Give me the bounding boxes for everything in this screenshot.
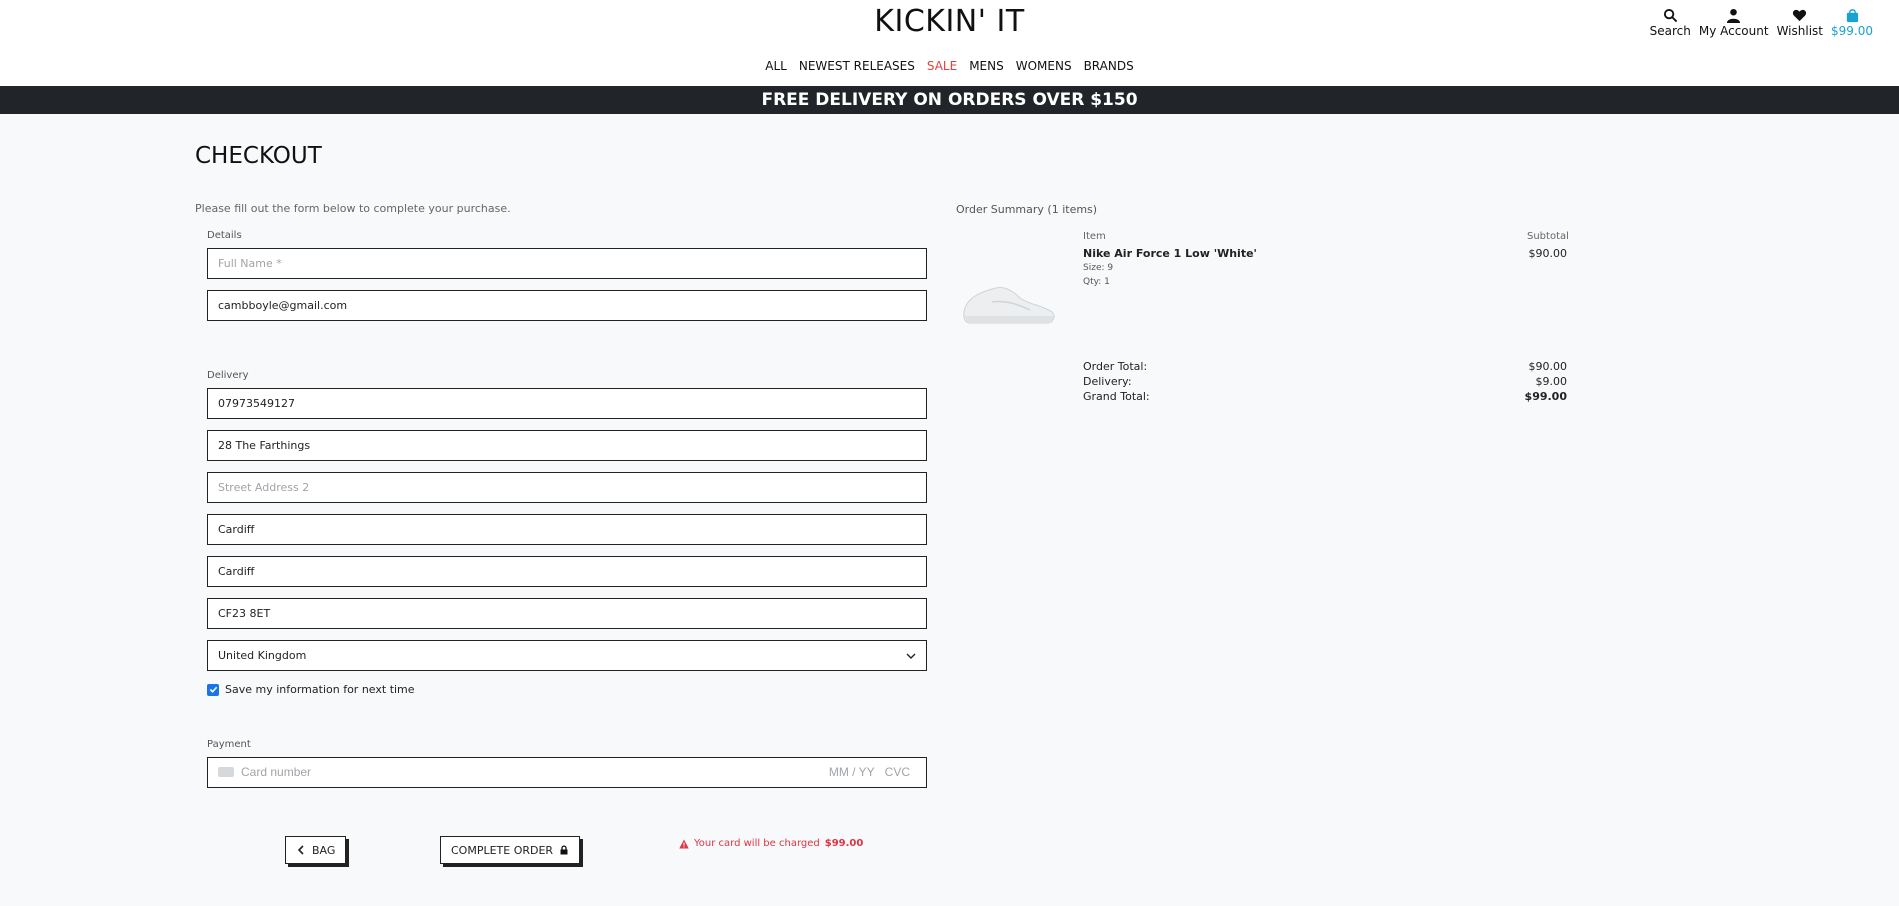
product-qty: Qty: 1 (1083, 277, 1110, 287)
search-link[interactable]: Search (1650, 8, 1691, 38)
street-address-1-input[interactable]: 28 The Farthings (207, 430, 927, 461)
country-select[interactable]: United Kingdom (207, 640, 927, 671)
delivery-banner: FREE DELIVERY ON ORDERS OVER $150 (0, 86, 1899, 114)
account-link[interactable]: My Account (1699, 8, 1769, 38)
search-label: Search (1649, 24, 1691, 38)
bag-total: $99.00 (1831, 24, 1873, 38)
save-info-label: Save my information for next time (225, 683, 415, 696)
delivery-cost-value: $9.00 (1535, 375, 1568, 388)
phone-input[interactable]: 07973549127 (207, 388, 927, 419)
country-value: United Kingdom (218, 649, 307, 662)
order-total-label: Order Total: (1083, 360, 1148, 373)
full-name-input[interactable]: Full Name * (207, 248, 927, 279)
wishlist-label: Wishlist (1776, 24, 1823, 38)
save-info-checkbox[interactable] (207, 683, 219, 696)
cvc-placeholder[interactable]: CVC (885, 765, 910, 779)
save-info-row: Save my information for next time (207, 683, 415, 696)
grand-total-label: Grand Total: (1083, 390, 1150, 403)
heart-icon (1793, 9, 1807, 22)
delivery-label: Delivery (207, 370, 249, 381)
county-input[interactable]: Cardiff (207, 556, 927, 587)
chevron-down-icon (906, 653, 916, 659)
town-input[interactable]: Cardiff (207, 514, 927, 545)
bag-link[interactable]: $99.00 (1831, 8, 1873, 38)
account-label: My Account (1698, 24, 1769, 38)
charge-text: Your card will be charged (694, 838, 820, 849)
chevron-left-icon (297, 845, 304, 855)
page-title: CHECKOUT (195, 143, 322, 169)
email-input[interactable]: cambboyle@gmail.com (207, 290, 927, 321)
postcode-input[interactable]: CF23 8ET (207, 598, 927, 629)
charge-warning: Your card will be charged $99.00 (679, 838, 863, 849)
nav-brands[interactable]: BRANDS (1084, 59, 1134, 73)
expiry-placeholder[interactable]: MM / YY (829, 765, 875, 779)
product-size: Size: 9 (1083, 263, 1114, 273)
checkmark-icon (209, 686, 217, 693)
header-icons: Search My Account Wishlist $99.00 (1650, 8, 1873, 38)
search-icon (1663, 8, 1677, 23)
card-expiry-cvc: MM / YY CVC (819, 758, 910, 787)
nav-newest-releases[interactable]: NEWEST RELEASES (799, 59, 915, 73)
product-image[interactable] (960, 272, 1058, 328)
card-number-input[interactable]: Card number MM / YY CVC (207, 757, 927, 788)
site-logo[interactable]: KICKIN' IT (0, 4, 1899, 39)
nav-sale[interactable]: SALE (927, 59, 957, 73)
grand-total-value: $99.00 (1524, 390, 1567, 403)
charge-amount: $99.00 (824, 838, 864, 849)
complete-order-label: COMPLETE ORDER (451, 843, 554, 857)
nav-all[interactable]: ALL (765, 59, 787, 73)
street-address-2-input[interactable]: Street Address 2 (207, 472, 927, 503)
details-label: Details (207, 230, 242, 241)
wishlist-link[interactable]: Wishlist (1777, 8, 1823, 38)
product-name[interactable]: Nike Air Force 1 Low 'White' (1083, 247, 1257, 260)
order-summary-title: Order Summary (1 items) (956, 203, 1098, 216)
complete-order-button[interactable]: COMPLETE ORDER (440, 836, 581, 864)
payment-label: Payment (207, 739, 251, 750)
nav-womens[interactable]: WOMENS (1016, 59, 1072, 73)
order-total-value: $90.00 (1528, 360, 1568, 373)
shopping-bag-icon (1846, 9, 1858, 23)
back-to-bag-button[interactable]: BAG (285, 836, 347, 864)
delivery-cost-label: Delivery: (1083, 375, 1132, 388)
card-number-placeholder: Card number (241, 765, 312, 779)
main-nav: ALL NEWEST RELEASES SALE MENS WOMENS BRA… (0, 59, 1899, 73)
site-header: KICKIN' IT Search My Account Wishlist $9… (0, 0, 1899, 86)
product-subtotal: $90.00 (1528, 247, 1568, 260)
item-column-header: Item (1083, 231, 1106, 242)
user-icon (1727, 8, 1741, 23)
warning-icon (679, 839, 689, 848)
bag-button-label: BAG (312, 843, 336, 857)
nav-mens[interactable]: MENS (969, 59, 1004, 73)
form-intro: Please fill out the form below to comple… (195, 202, 511, 215)
credit-card-icon (218, 767, 234, 777)
subtotal-column-header: Subtotal (1527, 231, 1569, 242)
checkout-form: Please fill out the form below to comple… (195, 202, 927, 788)
lock-icon (560, 845, 568, 855)
